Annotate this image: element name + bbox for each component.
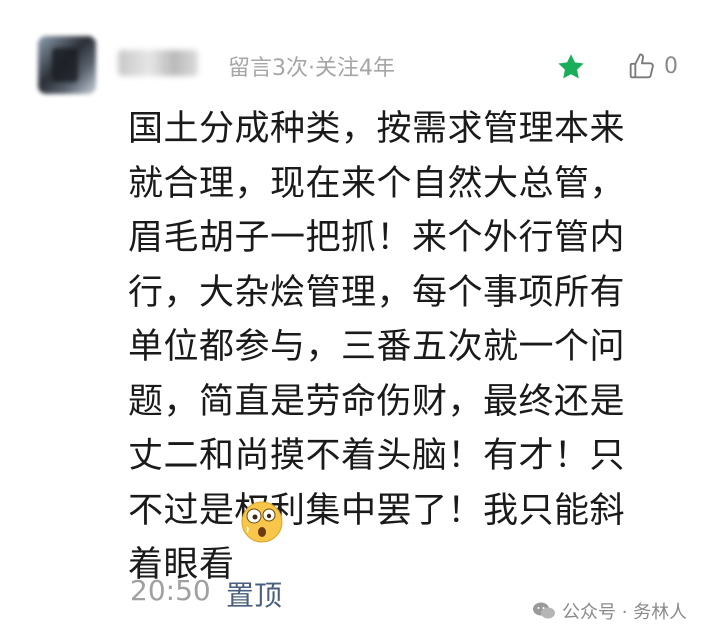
comment-line: 眉毛胡子一把抓！来个外行管内 — [128, 218, 626, 258]
comment-line: 就合理，现在来个自然大总管， — [128, 163, 626, 204]
comment-line: 行，大杂烩管理，每个事项所有 — [128, 272, 626, 313]
comment-time: 20:50 — [130, 574, 211, 607]
watermark: 公众号 · 务林人 — [532, 598, 687, 624]
avatar[interactable] — [38, 36, 96, 94]
comment-line: 单位都参与，三番五次就一个问 — [128, 327, 626, 367]
shocked-face-emoji-icon — [241, 501, 283, 543]
comment-line: 国土分成种类，按需求管理本来 — [128, 109, 626, 149]
comment-meta: 留言3次·关注4年 — [228, 56, 395, 81]
like-count: 0 — [664, 53, 678, 79]
comment-line: 不过是权利集中罢了！我只能斜 — [128, 490, 626, 531]
thumbs-up-icon — [629, 53, 654, 79]
comment-line: 题，简直是劳命伤财，最终还是 — [128, 381, 626, 422]
username-blurred[interactable] — [118, 50, 198, 76]
avatar-figure — [52, 48, 78, 82]
comment-line: 丈二和尚摸不着头脑！有才！只 — [128, 436, 626, 476]
wechat-icon — [533, 602, 555, 619]
watermark-text: 公众号 · 务林人 — [562, 602, 688, 623]
like-button[interactable]: 0 — [626, 50, 678, 82]
comment-body: 国土分成种类，按需求管理本来 就合理，现在来个自然大总管， 眉毛胡子一把抓！来个… — [128, 102, 688, 593]
star-icon[interactable] — [556, 52, 586, 82]
pin-button[interactable]: 置顶 — [226, 574, 282, 614]
comment-line: 着眼看 — [128, 545, 235, 585]
